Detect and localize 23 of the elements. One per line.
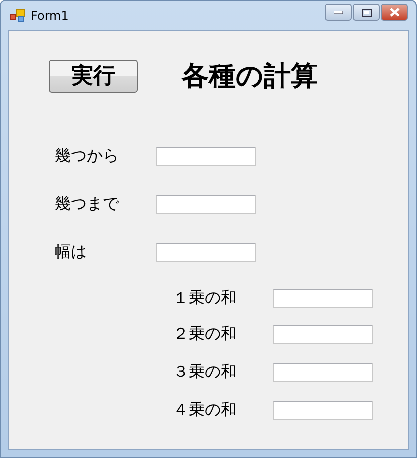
run-button[interactable]: 実行 [49, 60, 138, 92]
input-field[interactable] [156, 242, 256, 262]
field-label: 幾つまで [55, 194, 120, 214]
maximize-icon [362, 8, 372, 16]
field-label: 幾つから [55, 146, 120, 166]
app-icon [10, 8, 26, 22]
result-label: ３乗の和 [173, 362, 238, 382]
close-button[interactable] [381, 4, 408, 21]
result-label: ４乗の和 [173, 400, 238, 420]
window-title: Form1 [31, 8, 70, 22]
minimize-icon [334, 11, 343, 14]
maximize-button[interactable] [353, 4, 380, 21]
result-field[interactable] [273, 400, 373, 420]
form-heading: 各種の計算 [182, 60, 318, 94]
result-field[interactable] [273, 324, 373, 344]
result-field[interactable] [273, 362, 373, 382]
field-label: 幅は [55, 242, 88, 262]
result-field[interactable] [273, 288, 373, 308]
result-label: ２乗の和 [173, 324, 238, 344]
input-field[interactable] [156, 146, 256, 166]
close-icon [390, 8, 400, 17]
result-label: １乗の和 [173, 288, 238, 308]
input-field[interactable] [156, 194, 256, 214]
